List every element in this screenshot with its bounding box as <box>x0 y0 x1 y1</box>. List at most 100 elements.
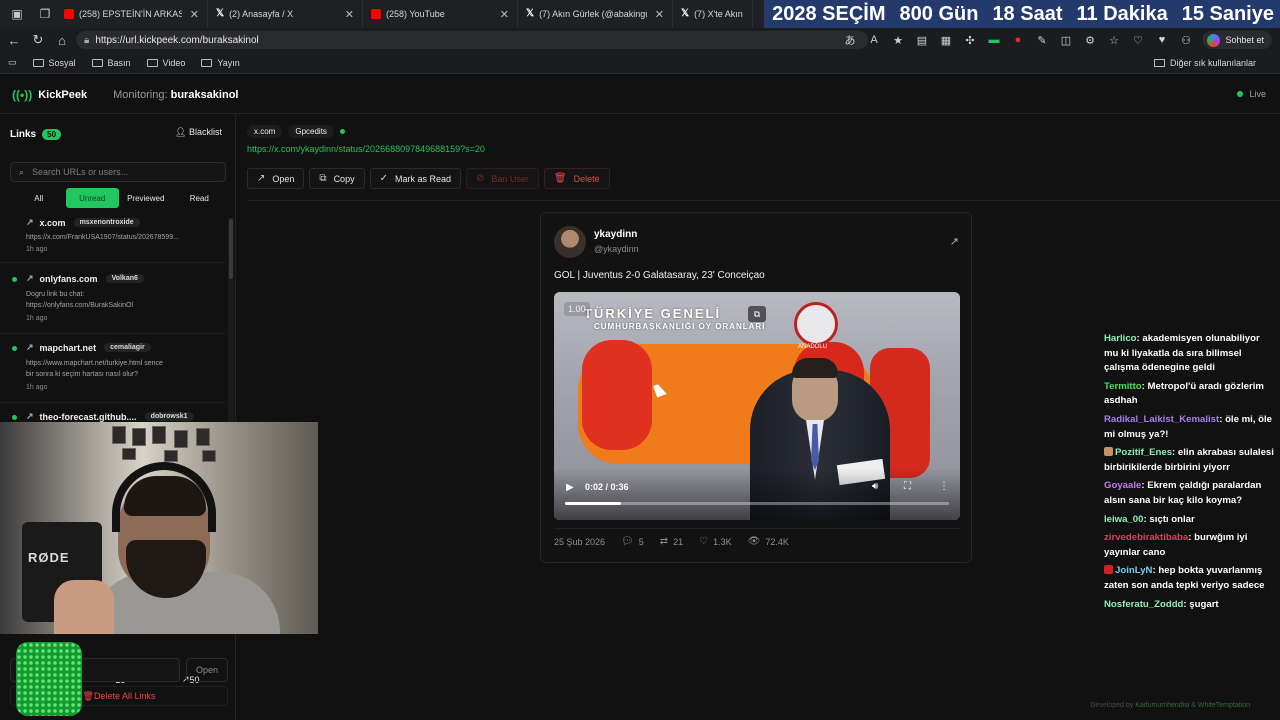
profile-icon[interactable]: ▣ <box>6 3 28 25</box>
video-subtitle: CUMHURBAŞKANLIĞI OY ORANLARI <box>594 322 766 331</box>
extension-icon[interactable]: ▬ <box>982 34 1006 46</box>
read-aloud-icon[interactable]: A <box>862 34 886 46</box>
mark-read-label: Mark as Read <box>394 173 451 184</box>
browser-tab[interactable]: (258) YouTube ✕ <box>363 0 518 28</box>
views-count: 72.4K <box>765 536 789 547</box>
credit-dev1[interactable]: Kadumumhendisi <box>1135 702 1189 709</box>
url-field[interactable]: 🔒︎ https://url.kickpeek.com/buraksakinol <box>76 31 868 49</box>
reload-icon[interactable]: ↻ <box>26 32 50 48</box>
bookmark-label: Sosyal <box>48 57 76 68</box>
avatar[interactable] <box>554 226 586 258</box>
extension-icon[interactable]: ● <box>1006 34 1030 46</box>
search-placeholder: Search URLs or users... <box>32 167 129 177</box>
favorite-star-icon[interactable]: ★ <box>886 34 910 47</box>
extension-icon[interactable]: ✣ <box>958 34 982 47</box>
extension-icon[interactable]: ▤ <box>910 34 934 47</box>
extensions-icon[interactable]: ⚙ <box>1078 34 1102 47</box>
browser-tab[interactable]: (258) EPSTEİN'İN ARKASINDAKİ C ✕ <box>56 0 208 28</box>
browser-tab[interactable]: 𝕏 (7) Akın Gürlek (@abakingurlek) / ✕ <box>518 0 673 28</box>
bookmark-folder[interactable]: Video <box>146 58 185 68</box>
live-label: Live <box>1249 89 1266 99</box>
browser-tab[interactable]: 𝕏 (2) Anasayfa / X ✕ <box>208 0 363 28</box>
back-icon[interactable]: ← <box>2 33 26 48</box>
home-icon[interactable]: ⌂ <box>50 33 74 48</box>
video-progress-bar[interactable] <box>565 502 949 505</box>
copilot-chat-button[interactable]: Sohbet et <box>1203 31 1272 49</box>
playback-speed[interactable]: 1.00 <box>564 302 590 316</box>
ban-user-button[interactable]: ⊘ Ban User <box>466 168 539 189</box>
bookmark-folder[interactable]: Basın <box>91 58 131 68</box>
browser-tab-bar: ▣ ❐ (258) EPSTEİN'İN ARKASINDAKİ C ✕ 𝕏 (… <box>0 0 1280 28</box>
picture-in-picture-icon[interactable]: ⧉ <box>748 306 766 322</box>
split-screen-icon[interactable]: ◫ <box>1054 34 1078 47</box>
link-list: ↗ x.com msxenontroxide https://x.com/Frank… <box>0 217 228 427</box>
external-link-icon: ↗ <box>26 411 34 421</box>
link-user-badge: Volkan6 <box>105 274 144 283</box>
link-domain: theo-forecast.github.... <box>39 411 137 422</box>
filter-read[interactable]: Read <box>173 188 227 208</box>
chat-message: leiwa_00: sıçtı onlar <box>1104 513 1276 528</box>
filter-unread[interactable]: Unread <box>65 188 119 208</box>
developer-credit: Developed by Kadumumhendisi & WhiteTempt… <box>1090 702 1250 709</box>
close-tab-icon[interactable]: ✕ <box>190 8 199 21</box>
search-input[interactable]: ⌕ Search URLs or users... <box>10 162 226 182</box>
credit-dev2[interactable]: WhiteTemptation <box>1198 702 1250 709</box>
filter-all[interactable]: All <box>12 188 66 208</box>
browser-essentials-icon[interactable]: ⚇ <box>1174 34 1198 47</box>
collections-icon[interactable]: ♡ <box>1126 34 1150 47</box>
close-tab-icon[interactable]: ✕ <box>655 8 664 21</box>
broadcast-icon: ((•)) <box>12 87 33 102</box>
views-stat[interactable]: 👁︎ 72.4K <box>748 536 789 547</box>
folder-icon <box>91 58 103 67</box>
link-domain: mapchart.net <box>39 342 97 353</box>
online-dot <box>339 129 345 134</box>
delete-button[interactable]: 🗑︎ Delete <box>543 168 610 189</box>
likes-stat[interactable]: ♡ 1.3K <box>699 536 731 547</box>
external-link-icon: ↗ <box>26 217 34 227</box>
tweet-author-name[interactable]: ykaydinn <box>594 229 637 240</box>
browser-tab[interactable]: 𝕏 (7) X'te Akın G <box>673 0 753 28</box>
extension-icon[interactable]: ▦ <box>934 34 958 47</box>
list-item[interactable]: ↗ x.com msxenontroxide https://x.com/Frank… <box>0 217 226 263</box>
performance-icon[interactable]: ♥ <box>1150 34 1174 46</box>
list-item[interactable]: ↗ mapchart.net cemaliagir https://www.mapc… <box>0 340 226 403</box>
countdown-hours: 18 Saat <box>992 2 1063 25</box>
link-user-badge: dobrowsk1 <box>144 412 194 421</box>
countdown-year: 2028 SEÇİM <box>772 2 886 25</box>
other-bookmarks[interactable]: Diğer sık kullanılanlar <box>1153 52 1256 74</box>
volume-icon[interactable]: 🔊︎ <box>872 481 878 492</box>
bookmark-folder[interactable]: Sosyal <box>32 57 76 68</box>
likes-count: 1.3K <box>713 536 732 547</box>
blacklist-button[interactable]: 👤︎ Blacklist <box>175 127 222 138</box>
more-options-icon[interactable]: ⋮ <box>939 481 949 492</box>
open-link-button[interactable]: ↗ Open <box>247 168 305 189</box>
close-tab-icon[interactable]: ✕ <box>500 8 509 21</box>
sidebar-header: Links 50 👤︎ Blacklist <box>10 125 226 143</box>
chat-message: Pozitif_Enes: elin akrabası sulalesi bir… <box>1104 446 1276 475</box>
link-url: Dogru link bu chat: <box>26 291 85 298</box>
list-item[interactable]: ↗ onlyfans.com Volkan6 Dogru link bu chat:… <box>0 271 226 334</box>
extension-icon[interactable]: ✎ <box>1030 34 1054 47</box>
favorites-icon[interactable]: ☆ <box>1102 34 1126 47</box>
reading-list-icon[interactable]: ▭ <box>8 57 17 68</box>
selected-url-link[interactable]: https://x.com/ykaydinn/status/2026688097… <box>247 144 485 154</box>
bookmark-folder[interactable]: Yayın <box>201 58 240 68</box>
play-icon[interactable]: ▶ <box>566 482 574 493</box>
copy-button[interactable]: ⧉ Copy <box>309 168 365 189</box>
video-player[interactable]: TÜRKİYE GENELİ CUMHURBAŞKANLIĞI OY ORANL… <box>554 292 960 520</box>
link-list-scrollbar[interactable] <box>228 217 234 427</box>
mark-as-read-button[interactable]: ✓ Mark as Read <box>369 168 461 189</box>
replies-stat[interactable]: 💬︎ 5 <box>621 536 644 547</box>
tweet-stats: 25 Şub 2026 💬︎ 5 ⇄ 21 ♡ 1.3K 👁︎ 72.4K <box>554 536 789 547</box>
tweet-author-handle[interactable]: @ykaydinn <box>594 244 639 254</box>
retweets-stat[interactable]: ⇄ 21 <box>660 536 683 547</box>
close-tab-icon[interactable]: ✕ <box>345 8 354 21</box>
brand-name: KickPeek <box>38 88 88 101</box>
external-link-icon[interactable]: ↗ <box>950 235 959 248</box>
tab-actions-icon[interactable]: ❐ <box>34 3 56 25</box>
scrollbar-thumb[interactable] <box>229 219 233 279</box>
fullscreen-icon[interactable]: ⛶ <box>904 481 911 492</box>
open-button[interactable]: Open <box>186 658 228 682</box>
filter-previewed[interactable]: Previewed <box>119 188 173 208</box>
translate-icon[interactable]: あ <box>838 32 862 48</box>
